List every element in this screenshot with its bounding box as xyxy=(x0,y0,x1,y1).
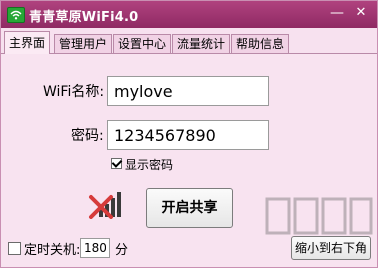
wifi-name-input[interactable] xyxy=(107,76,269,106)
password-input[interactable] xyxy=(107,120,269,150)
timer-label: 定时关机: xyxy=(24,243,81,258)
minimize-icon[interactable]: — xyxy=(327,4,347,22)
tab-bar: 主界面 管理用户 设置中心 流量统计 帮助信息 xyxy=(1,31,377,54)
password-label: 密码: xyxy=(71,128,104,144)
tab-help[interactable]: 帮助信息 xyxy=(231,34,290,53)
start-share-button[interactable]: 开启共享 xyxy=(146,188,233,228)
watermark-logo xyxy=(265,197,373,235)
show-password-checkbox[interactable] xyxy=(111,158,122,169)
minimize-to-corner-button[interactable]: 缩小到右下角 xyxy=(291,236,371,260)
wifi-app-icon xyxy=(7,7,25,23)
app-window: 青青草原WiFi4.0 — ✕ 主界面 管理用户 设置中心 流量统计 帮助信息 … xyxy=(0,0,378,268)
title-bar[interactable]: 青青草原WiFi4.0 — ✕ xyxy=(1,1,377,28)
tab-main[interactable]: 主界面 xyxy=(4,31,51,54)
timer-minutes-input[interactable] xyxy=(80,238,110,258)
timer-unit-label: 分 xyxy=(115,243,129,258)
tab-settings[interactable]: 设置中心 xyxy=(113,34,172,53)
tab-traffic-stats[interactable]: 流量统计 xyxy=(172,34,231,53)
wifi-name-label: WiFi名称: xyxy=(43,84,105,100)
close-icon[interactable]: ✕ xyxy=(351,4,371,22)
window-title: 青青草原WiFi4.0 xyxy=(29,10,139,25)
show-password-label: 显示密码 xyxy=(125,158,174,172)
tab-manage-users[interactable]: 管理用户 xyxy=(54,34,113,53)
signal-strength-icon xyxy=(89,192,121,219)
timer-checkbox[interactable] xyxy=(8,242,21,255)
main-panel: WiFi名称: 密码: 显示密码 开启共享 定时关机: 分 缩小到右下角 xyxy=(1,54,377,267)
